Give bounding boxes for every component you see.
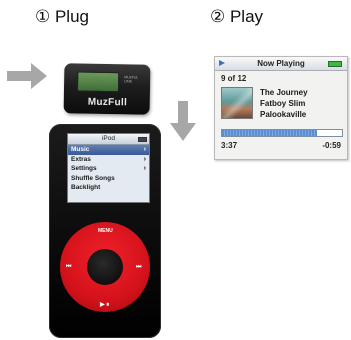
- remaining-time: -0:59: [322, 141, 341, 150]
- chevron-right-icon: ›: [143, 155, 146, 163]
- menu-item-label: Music: [71, 146, 90, 153]
- menu-item-label: Shuffle Songs: [71, 174, 115, 182]
- chevron-right-icon: ›: [143, 146, 146, 153]
- step-plug-heading: ① Plug: [35, 7, 89, 26]
- ipod-menu-item-backlight[interactable]: Backlight: [68, 183, 149, 193]
- ipod-title-bar: iPod: [68, 134, 149, 145]
- now-playing-title-bar: Now Playing: [215, 57, 347, 71]
- menu-item-label: Settings: [71, 165, 97, 172]
- artist-name: Fatboy Slim: [260, 99, 306, 108]
- progress-bar-fill: [222, 130, 317, 136]
- page: ① Plug ② Play MUZFUL LINE MuzFull iPod M…: [0, 0, 351, 340]
- progress-bar[interactable]: [221, 129, 343, 137]
- adapter-brand-logo: MuzFull: [87, 96, 128, 109]
- play-pause-icon[interactable]: ▶ ⏸: [100, 301, 109, 309]
- ipod-device: iPod Music › Extras › Settings › Shuffle…: [49, 124, 161, 338]
- adapter-mini-label: MUZFUL LINE: [124, 75, 139, 84]
- menu-item-label: Backlight: [71, 184, 101, 191]
- elapsed-time: 3:37: [221, 141, 238, 150]
- arrow-right-icon: [7, 63, 47, 89]
- previous-track-icon[interactable]: ⏮: [66, 264, 71, 271]
- arrow-down-icon: [170, 101, 196, 141]
- ipod-menu-item-shuffle-songs[interactable]: Shuffle Songs: [68, 174, 149, 184]
- next-track-icon[interactable]: ⏭: [136, 264, 141, 271]
- ipod-menu-item-settings[interactable]: Settings ›: [68, 164, 149, 174]
- album-name: Palookaville: [260, 110, 307, 119]
- song-title: The Journey: [260, 88, 308, 97]
- ipod-screen: iPod Music › Extras › Settings › Shuffle…: [67, 133, 150, 203]
- menu-item-label: Extras: [71, 155, 91, 163]
- battery-icon: [328, 61, 342, 67]
- battery-icon: [138, 137, 147, 142]
- click-wheel[interactable]: MENU ⏮ ⏭ ▶ ⏸: [60, 222, 150, 312]
- chevron-right-icon: ›: [143, 165, 146, 172]
- muzfull-adapter: MUZFUL LINE MuzFull: [63, 63, 151, 115]
- ipod-screen-title: iPod: [101, 135, 115, 142]
- wheel-center-button[interactable]: [87, 249, 123, 285]
- track-count: 9 of 12: [221, 74, 247, 83]
- album-art: [221, 87, 253, 119]
- adapter-body: MUZFUL LINE MuzFull: [63, 63, 151, 115]
- adapter-lcd-display: [76, 71, 120, 93]
- wheel-menu-button[interactable]: MENU: [98, 228, 113, 234]
- ipod-menu-item-extras[interactable]: Extras ›: [68, 155, 149, 165]
- ipod-menu-item-music[interactable]: Music ›: [68, 145, 149, 155]
- step-play-heading: ② Play: [210, 7, 264, 26]
- now-playing-screen: Now Playing 9 of 12 The Journey Fatboy S…: [214, 56, 348, 160]
